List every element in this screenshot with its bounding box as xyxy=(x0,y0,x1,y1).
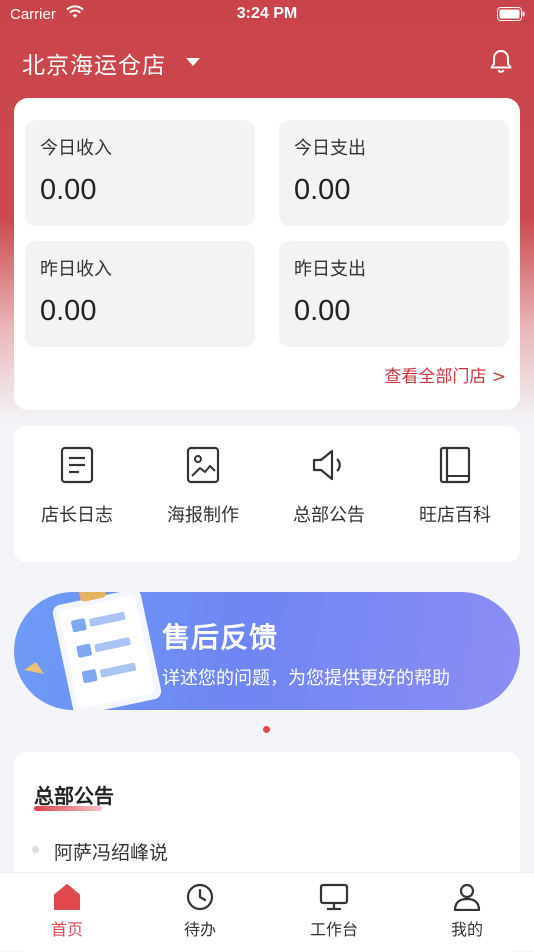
tab-label: 首页 xyxy=(50,920,83,939)
image-icon xyxy=(186,446,220,484)
quick-menu-card: 店长日志 海报制作 总部公告 旺店百科 xyxy=(14,426,520,562)
menu-item-manager-log[interactable]: 店长日志 xyxy=(14,446,140,527)
today-expense-box[interactable]: 今日支出 0.00 xyxy=(279,120,509,226)
today-income-label: 今日收入 xyxy=(40,138,112,159)
finance-summary-card: 今日收入 0.00 今日支出 0.00 昨日收入 0.00 昨日支出 0.00 … xyxy=(14,98,520,410)
caret-down-icon[interactable] xyxy=(186,58,200,66)
yesterday-expense-label: 昨日支出 xyxy=(294,259,366,280)
today-income-box[interactable]: 今日收入 0.00 xyxy=(25,120,255,226)
menu-item-label: 店长日志 xyxy=(41,505,113,526)
notice-section-title: 总部公告 xyxy=(34,784,114,808)
speaker-icon xyxy=(312,449,341,481)
clipboard-illustration xyxy=(24,592,162,710)
yesterday-expense-box[interactable]: 昨日支出 0.00 xyxy=(279,241,509,347)
yesterday-income-label: 昨日收入 xyxy=(40,259,112,280)
app-header: 北京海运仓店 xyxy=(0,38,534,88)
today-expense-label: 今日支出 xyxy=(294,138,366,159)
monitor-icon xyxy=(319,883,349,911)
book-icon xyxy=(439,446,471,484)
menu-item-label: 总部公告 xyxy=(293,505,365,526)
yesterday-income-value: 0.00 xyxy=(40,295,97,327)
today-income-value: 0.00 xyxy=(40,174,97,206)
home-icon xyxy=(54,884,80,910)
clock-icon xyxy=(186,883,214,911)
tab-mine[interactable]: 我的 xyxy=(417,883,517,940)
notice-item[interactable]: 阿萨冯绍峰说 xyxy=(54,838,168,865)
carousel-indicator-active[interactable] xyxy=(263,726,270,733)
tab-label: 工作台 xyxy=(309,920,358,939)
status-bar: Carrier 3:24 PM xyxy=(0,0,534,30)
tab-label: 我的 xyxy=(450,920,483,939)
yesterday-expense-value: 0.00 xyxy=(294,295,351,327)
banner-subtitle: 详述您的问题，为您提供更好的帮助 xyxy=(162,668,450,689)
menu-item-hq-notice[interactable]: 总部公告 xyxy=(266,446,392,527)
view-all-stores-link[interactable]: 查看全部门店 > xyxy=(384,362,506,387)
today-expense-value: 0.00 xyxy=(294,174,351,206)
tab-todo[interactable]: 待办 xyxy=(150,883,250,940)
document-icon xyxy=(60,446,94,484)
title-underline xyxy=(34,806,102,811)
menu-item-store-wiki[interactable]: 旺店百科 xyxy=(392,446,518,527)
bell-icon[interactable] xyxy=(488,48,514,74)
menu-item-label: 海报制作 xyxy=(167,505,239,526)
user-icon xyxy=(453,883,481,911)
after-sales-feedback-banner[interactable]: 售后反馈 详述您的问题，为您提供更好的帮助 xyxy=(14,592,520,710)
tab-label: 待办 xyxy=(183,920,216,939)
yesterday-income-box[interactable]: 昨日收入 0.00 xyxy=(25,241,255,347)
tab-home[interactable]: 首页 xyxy=(17,883,117,940)
bullet-dot xyxy=(32,846,39,853)
battery-icon xyxy=(497,7,525,21)
banner-title: 售后反馈 xyxy=(162,621,279,654)
bottom-tab-bar: 首页 待办 工作台 我的 xyxy=(0,872,534,951)
menu-item-poster-maker[interactable]: 海报制作 xyxy=(140,446,266,527)
menu-item-label: 旺店百科 xyxy=(419,505,491,526)
store-selector-label[interactable]: 北京海运仓店 xyxy=(22,46,166,80)
clock-time: 3:24 PM xyxy=(236,5,298,22)
tab-workbench[interactable]: 工作台 xyxy=(284,883,384,940)
